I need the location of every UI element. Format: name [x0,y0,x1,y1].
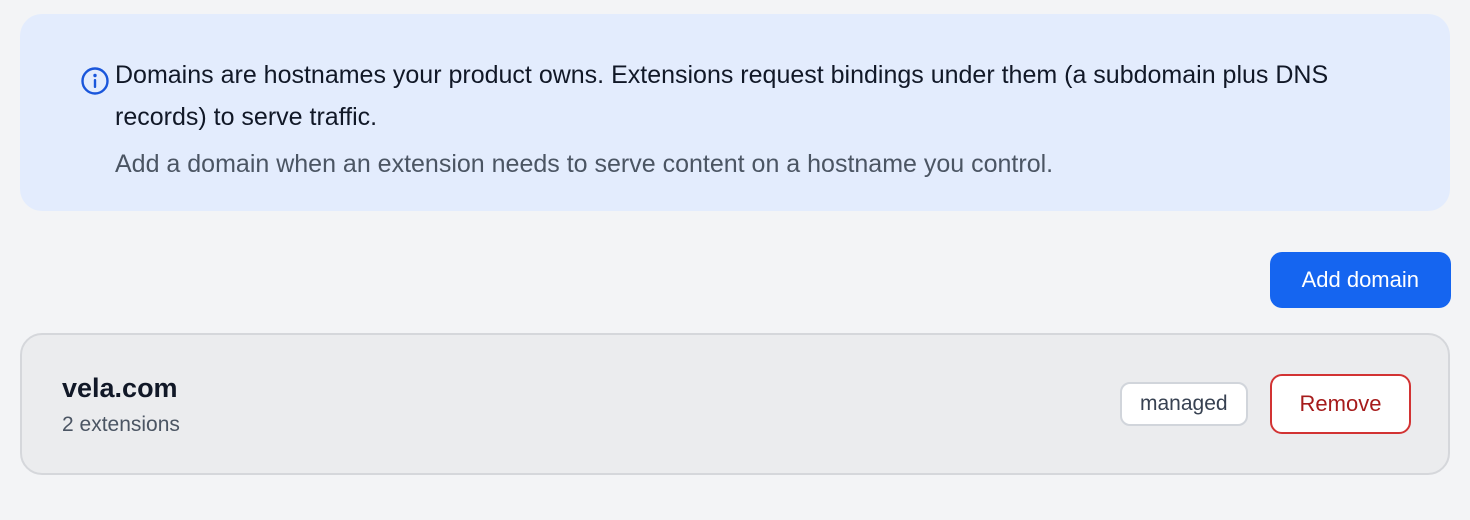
domain-extension-count: 2 extensions [62,413,180,436]
add-domain-button[interactable]: Add domain [1269,252,1451,308]
info-secondary-text: Add a domain when an extension needs to … [115,150,1054,178]
toolbar: Add domain [20,252,1451,308]
domains-page: Domains are hostnames your product owns.… [0,0,1470,520]
info-icon [80,66,110,96]
info-primary-text: Domains are hostnames your product owns.… [115,61,1329,131]
info-banner: Domains are hostnames your product owns.… [20,14,1450,211]
remove-domain-button[interactable]: Remove [1270,374,1411,434]
domain-card: vela.com 2 extensions managed Remove [20,333,1450,475]
domain-name: vela.com [62,373,178,403]
managed-badge: managed [1120,382,1248,426]
